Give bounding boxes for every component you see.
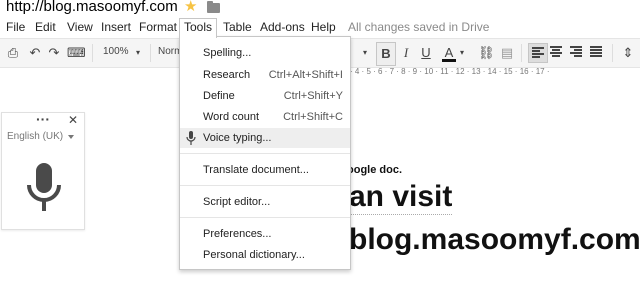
text-color-button[interactable]: A [442,42,456,62]
comment-icon[interactable]: ▤ [499,42,515,64]
italic-button[interactable]: I [399,42,413,64]
line-spacing-icon[interactable]: ⇕ [620,42,636,64]
menu-item-translate-document[interactable]: Translate document... [180,160,350,180]
close-icon[interactable]: ✕ [68,113,78,127]
align-center-icon[interactable] [550,46,562,58]
menu-divider [180,217,350,218]
toolbar-divider [92,44,93,62]
zoom-caret-icon[interactable]: ▾ [133,42,143,64]
ruler[interactable]: · 4 · 5 · 6 · 7 · 8 · 9 · 10 · 11 · 12 ·… [350,67,640,77]
voice-typing-widget: ··· ✕ English (UK) [1,111,85,230]
menu-table[interactable]: Table [223,19,252,35]
menu-view[interactable]: View [67,19,93,35]
menu-item-voice-typing[interactable]: Voice typing... [180,128,350,148]
menu-divider [180,153,350,154]
font-size-caret-icon[interactable]: ▾ [360,42,370,64]
menu-divider [180,185,350,186]
menu-tools[interactable]: Tools [179,18,218,38]
document-text[interactable]: oogle doc. [347,164,402,176]
menu-item-personal-dictionary[interactable]: Personal dictionary... [180,245,350,265]
menu-addons[interactable]: Add-ons [260,19,305,35]
folder-icon[interactable] [207,1,220,13]
more-options-icon[interactable]: ··· [36,111,50,127]
align-right-icon[interactable] [570,46,582,58]
menu-item-word-count[interactable]: Word count Ctrl+Shift+C [180,107,350,127]
text-color-caret-icon[interactable]: ▾ [458,42,466,64]
document-title[interactable]: http://blog.masoomyf.com [6,0,178,15]
document-heading[interactable]: blog.masoomyf.com [349,222,640,258]
document-heading[interactable]: an visit [349,180,453,215]
microphone-icon [186,131,196,145]
bold-button[interactable]: B [376,42,396,66]
save-status: All changes saved in Drive [348,20,490,34]
menu-item-script-editor[interactable]: Script editor... [180,192,350,212]
title-row: http://blog.masoomyf.com ★ [0,0,640,18]
tools-menu-dropdown: Spelling... Research Ctrl+Alt+Shift+I De… [179,36,351,270]
menu-file[interactable]: File [6,19,25,35]
toolbar-divider [612,44,613,62]
underline-button[interactable]: U [419,42,433,64]
toolbar-divider [150,44,151,62]
print-icon[interactable]: ⎙ [6,42,20,64]
microphone-icon[interactable] [26,163,62,213]
menu-format[interactable]: Format [139,19,177,35]
menu-item-research[interactable]: Research Ctrl+Alt+Shift+I [180,65,350,85]
star-icon[interactable]: ★ [184,0,197,16]
paint-format-icon[interactable]: ⌨ [67,42,86,64]
link-icon[interactable]: ⛓ [478,42,495,64]
menu-edit[interactable]: Edit [35,19,56,35]
align-justify-icon[interactable] [590,46,602,58]
undo-icon[interactable]: ↶ [28,42,42,64]
menu-item-spelling[interactable]: Spelling... [180,43,350,63]
menu-bar: File Edit View Insert Format Tools Table… [0,17,640,38]
align-left-icon[interactable] [528,43,548,63]
toolbar-divider [521,44,522,62]
redo-icon[interactable]: ↷ [47,42,61,64]
menu-insert[interactable]: Insert [101,19,131,35]
language-select[interactable]: English (UK) [7,131,63,142]
chevron-down-icon[interactable] [68,135,74,139]
zoom-select[interactable]: 100% [103,42,129,62]
menu-help[interactable]: Help [311,19,336,35]
menu-item-define[interactable]: Define Ctrl+Shift+Y [180,86,350,106]
menu-item-preferences[interactable]: Preferences... [180,224,350,244]
